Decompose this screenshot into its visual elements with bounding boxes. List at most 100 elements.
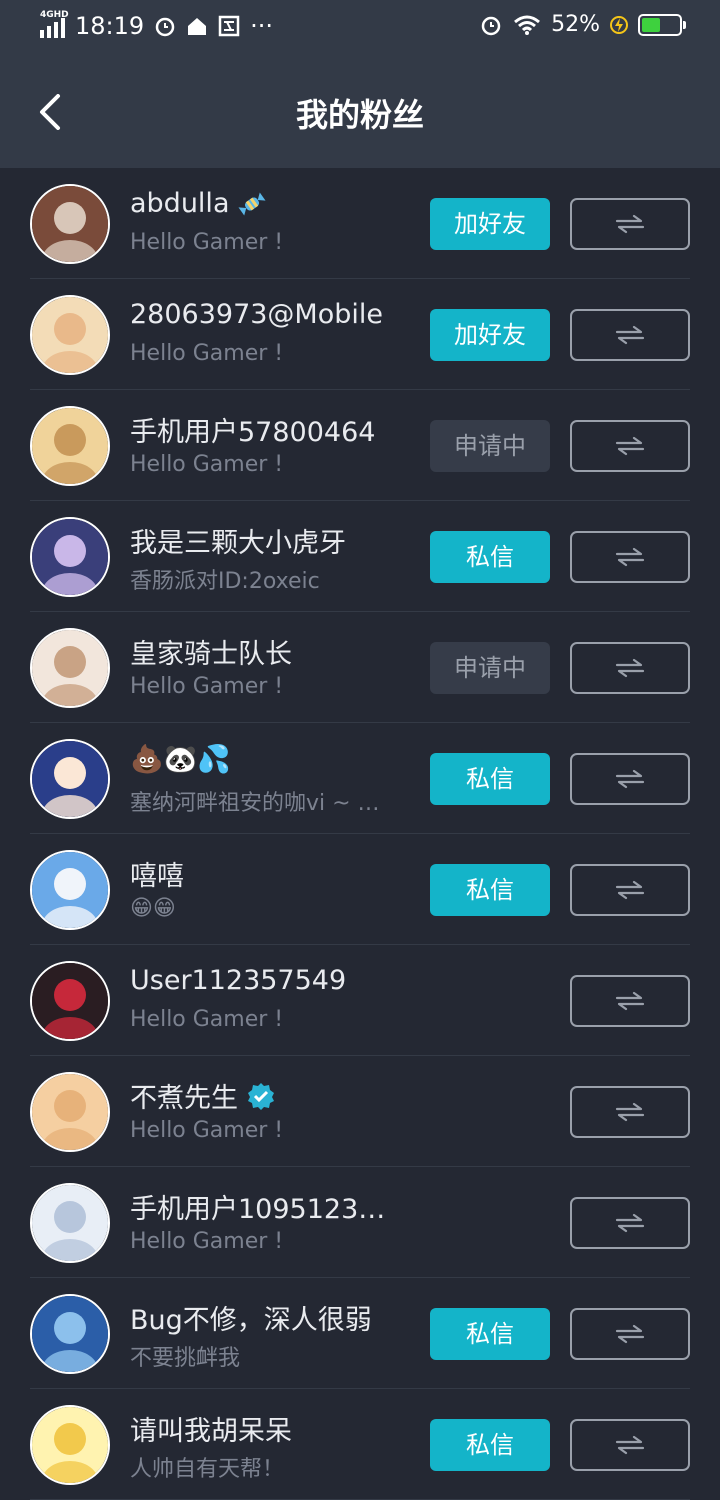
more-notifications: ···: [250, 12, 274, 40]
swap-arrows-icon: [615, 658, 645, 678]
fan-action-button[interactable]: 私信: [430, 1419, 550, 1471]
fan-action-button[interactable]: 申请中: [430, 420, 550, 472]
mutual-follow-button[interactable]: [570, 864, 690, 916]
signal-icon: 4GHD: [40, 10, 69, 38]
fan-action-button[interactable]: 私信: [430, 864, 550, 916]
alarm-icon: [481, 16, 501, 35]
fan-row[interactable]: 我是三颗大小虎牙 香肠派对ID:2oxeic 私信: [0, 501, 720, 612]
fan-name-text: Bug不修，深人很弱: [130, 1305, 372, 1336]
fan-action-button[interactable]: 加好友: [430, 309, 550, 361]
fan-name-text: 我是三颗大小虎牙: [130, 528, 346, 559]
fan-subtitle: Hello Gamer !: [130, 674, 284, 699]
fan-action-button[interactable]: 加好友: [430, 198, 550, 250]
fan-name: 手机用户57800464: [130, 410, 375, 449]
swap-arrows-icon: [615, 325, 645, 345]
battery-icon: [638, 13, 686, 36]
fan-row[interactable]: 不煮先生 Hello Gamer !: [0, 1056, 720, 1167]
fan-action-button[interactable]: 私信: [430, 531, 550, 583]
fan-name: 不煮先生: [130, 1076, 276, 1115]
fan-name-text: 手机用户57800464: [130, 417, 376, 448]
home-icon: [188, 18, 207, 35]
alarm-icon: [155, 17, 175, 37]
swap-arrows-icon: [615, 1213, 645, 1233]
fan-name: 28063973@Mobile: [130, 299, 383, 330]
fan-row[interactable]: 皇家骑士队长 Hello Gamer ! 申请中: [0, 612, 720, 723]
battery-percent: 52%: [551, 12, 600, 37]
fan-name-text: abdulla: [130, 188, 230, 219]
fan-action-button[interactable]: 私信: [430, 1308, 550, 1360]
fan-subtitle: Hello Gamer !: [130, 341, 284, 366]
fan-row[interactable]: 嘻嘻 😁😁 私信: [0, 834, 720, 945]
avatar[interactable]: [30, 739, 110, 819]
fan-row[interactable]: abdulla Hello Gamer ! 加好友: [0, 168, 720, 279]
notification-icon: [218, 15, 240, 37]
avatar[interactable]: [30, 406, 110, 486]
fan-subtitle: Hello Gamer !: [130, 1229, 284, 1254]
avatar[interactable]: [30, 1183, 110, 1263]
avatar[interactable]: [30, 850, 110, 930]
fan-name-text: 请叫我胡呆呆: [130, 1416, 292, 1447]
fan-list: abdulla Hello Gamer ! 加好友 28063973@Mobile…: [0, 168, 720, 1500]
mutual-follow-button[interactable]: [570, 198, 690, 250]
avatar[interactable]: [30, 184, 110, 264]
fan-subtitle: 香肠派对ID:2oxeic: [130, 569, 320, 594]
fan-name: User112357549: [130, 965, 346, 996]
swap-arrows-icon: [615, 1435, 645, 1455]
mutual-follow-button[interactable]: [570, 420, 690, 472]
swap-arrows-icon: [615, 436, 645, 456]
mutual-follow-button[interactable]: [570, 309, 690, 361]
fan-name-text: 皇家骑士队长: [130, 639, 292, 670]
fan-name: 💩🐼💦: [130, 743, 231, 775]
mutual-follow-button[interactable]: [570, 975, 690, 1027]
charging-icon: [610, 15, 628, 34]
swap-arrows-icon: [615, 214, 645, 234]
fan-name: 手机用户1095123…: [130, 1187, 385, 1226]
swap-arrows-icon: [615, 769, 645, 789]
fan-subtitle: Hello Gamer !: [130, 1007, 284, 1032]
fan-row[interactable]: User112357549 Hello Gamer !: [0, 945, 720, 1056]
avatar[interactable]: [30, 1294, 110, 1374]
swap-arrows-icon: [615, 991, 645, 1011]
fan-row[interactable]: 💩🐼💦 塞纳河畔祖安的咖vi ~ … 私信: [0, 723, 720, 834]
swap-arrows-icon: [615, 1324, 645, 1344]
fan-name-text: 嘻嘻: [130, 861, 184, 892]
fan-name-text: 28063973@Mobile: [130, 299, 383, 330]
fan-name-text: 💩🐼💦: [130, 744, 231, 775]
mutual-follow-button[interactable]: [570, 1197, 690, 1249]
fan-name: Bug不修，深人很弱: [130, 1298, 372, 1337]
fan-row[interactable]: 请叫我胡呆呆 人帅自有天帮！ 私信: [0, 1389, 720, 1500]
fan-subtitle: Hello Gamer !: [130, 1118, 284, 1143]
fan-name-text: 手机用户1095123…: [130, 1194, 386, 1225]
fan-name-text: User112357549: [130, 965, 347, 996]
fan-subtitle: 😁😁: [130, 896, 176, 921]
mutual-follow-button[interactable]: [570, 1308, 690, 1360]
avatar[interactable]: [30, 517, 110, 597]
fan-name: 我是三颗大小虎牙: [130, 521, 346, 560]
avatar[interactable]: [30, 295, 110, 375]
fan-row[interactable]: Bug不修，深人很弱 不要挑衅我 私信: [0, 1278, 720, 1389]
avatar[interactable]: [30, 628, 110, 708]
fan-row[interactable]: 手机用户57800464 Hello Gamer ! 申请中: [0, 390, 720, 501]
fan-subtitle: Hello Gamer !: [130, 230, 284, 255]
mutual-follow-button[interactable]: [570, 1419, 690, 1471]
fan-action-button[interactable]: 申请中: [430, 642, 550, 694]
swap-arrows-icon: [615, 547, 645, 567]
candy-icon: [238, 191, 267, 216]
fan-action-button[interactable]: 私信: [430, 753, 550, 805]
fan-name: abdulla: [130, 188, 267, 219]
fan-name-text: 不煮先生: [130, 1083, 238, 1114]
fan-row[interactable]: 手机用户1095123… Hello Gamer !: [0, 1167, 720, 1278]
fan-subtitle: 人帅自有天帮！: [130, 1457, 285, 1482]
mutual-follow-button[interactable]: [570, 642, 690, 694]
fan-name: 嘻嘻: [130, 854, 184, 893]
avatar[interactable]: [30, 1405, 110, 1485]
mutual-follow-button[interactable]: [570, 753, 690, 805]
mutual-follow-button[interactable]: [570, 531, 690, 583]
mutual-follow-button[interactable]: [570, 1086, 690, 1138]
fan-name: 皇家骑士队长: [130, 632, 292, 671]
avatar[interactable]: [30, 961, 110, 1041]
avatar[interactable]: [30, 1072, 110, 1152]
swap-arrows-icon: [615, 1102, 645, 1122]
swap-arrows-icon: [615, 880, 645, 900]
fan-row[interactable]: 28063973@Mobile Hello Gamer ! 加好友: [0, 279, 720, 390]
